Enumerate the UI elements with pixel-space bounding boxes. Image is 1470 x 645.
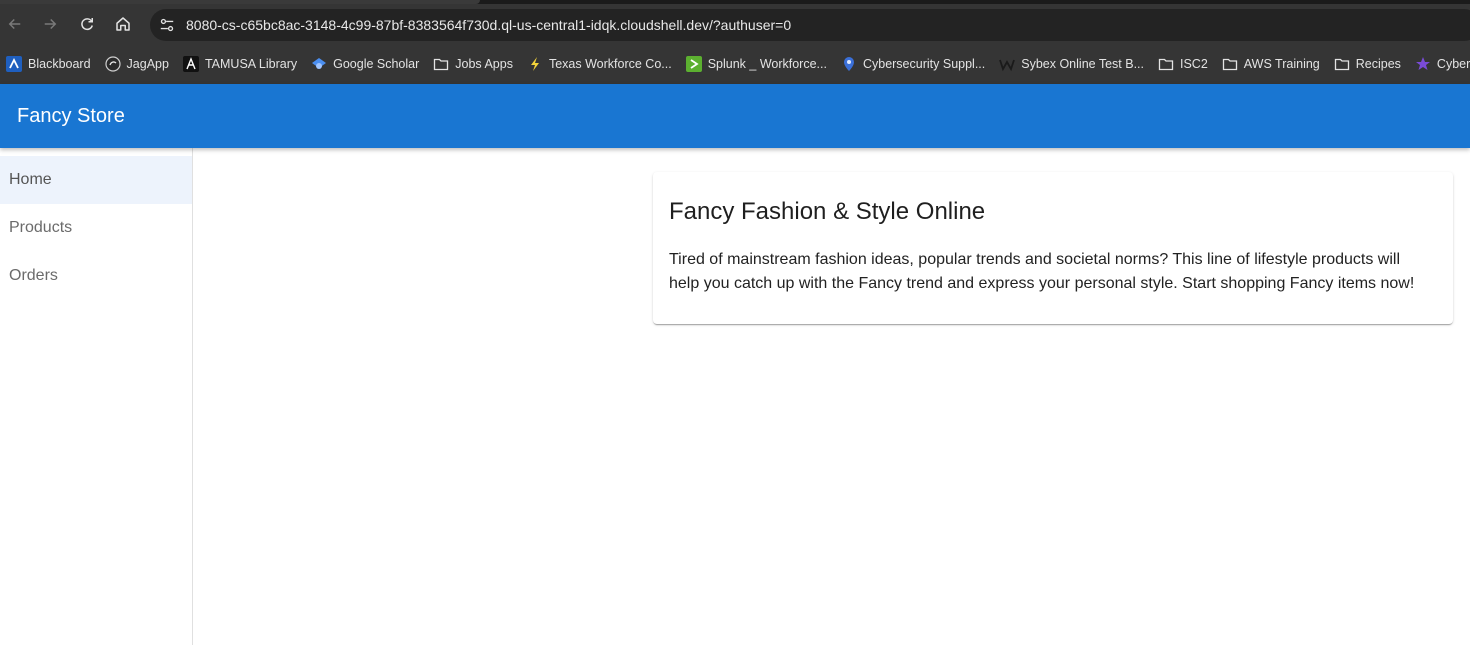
site-info-icon[interactable]: [158, 16, 176, 34]
bookmark-label: Cybersecurity Suppl...: [862, 57, 986, 71]
location-pin-icon: [841, 56, 857, 72]
bookmark-label: Splunk _ Workforce...: [707, 57, 827, 71]
nav-item-home[interactable]: Home: [0, 156, 192, 204]
bookmark-label: JagApp: [126, 57, 169, 71]
folder-icon: [1222, 56, 1238, 72]
home-button[interactable]: [111, 12, 135, 36]
bookmark-cybersecurity[interactable]: Cybersecurity Suppl...: [841, 50, 991, 78]
bookmark-tamusa-library[interactable]: TAMUSA Library: [182, 50, 303, 78]
sidenav: Home Products Orders: [0, 148, 193, 645]
folder-icon: [1158, 56, 1174, 72]
card-description-line-1: Tired of mainstream fashion ideas, popul…: [669, 251, 1401, 268]
forward-arrow-icon: [44, 18, 57, 30]
splunk-icon: [685, 56, 702, 72]
bookmarks-bar: Blackboard JagApp TAMUSA Library Google …: [0, 44, 1470, 84]
app-toolbar: Fancy Store: [0, 84, 1470, 148]
browser-toolbar: 8080-cs-c65bc8ac-3148-4c99-87bf-8383564f…: [0, 4, 1470, 44]
home-icon: [116, 17, 130, 31]
bookmark-label: Sybex Online Test B...: [1021, 57, 1144, 71]
bookmark-label: Google Scholar: [333, 57, 420, 71]
bookmark-isc2[interactable]: ISC2: [1158, 50, 1214, 78]
url-text[interactable]: 8080-cs-c65bc8ac-3148-4c99-87bf-8383564f…: [186, 16, 791, 34]
star-icon: [1415, 56, 1431, 72]
bookmark-label: Recipes: [1355, 57, 1401, 71]
lightning-icon: [527, 56, 543, 72]
bookmark-label: Cyber Sec: [1436, 57, 1470, 71]
folder-icon: [1334, 56, 1350, 72]
folder-icon: [433, 56, 449, 72]
address-bar[interactable]: 8080-cs-c65bc8ac-3148-4c99-87bf-8383564f…: [150, 9, 1470, 41]
blackboard-icon: [6, 56, 22, 72]
wiley-icon: [999, 56, 1016, 72]
bookmark-sybex[interactable]: Sybex Online Test B...: [999, 50, 1150, 78]
jagapp-icon: [104, 56, 121, 72]
bookmark-texas-workforce[interactable]: Texas Workforce Co...: [527, 50, 678, 78]
bookmark-label: TAMUSA Library: [204, 57, 298, 71]
bookmark-label: ISC2: [1180, 57, 1208, 71]
welcome-card: Fancy Fashion & Style Online Tired of ma…: [653, 172, 1453, 324]
bookmark-aws-training[interactable]: AWS Training: [1222, 50, 1326, 78]
back-arrow-icon: [8, 18, 21, 30]
bookmark-blackboard[interactable]: Blackboard: [6, 50, 97, 78]
nav-item-orders[interactable]: Orders: [0, 252, 192, 300]
bookmark-google-scholar[interactable]: Google Scholar: [311, 50, 425, 78]
card-description-line-2: help you catch up with the Fancy trend a…: [669, 275, 1415, 292]
bookmark-label: AWS Training: [1243, 57, 1320, 71]
nav-item-products[interactable]: Products: [0, 204, 192, 252]
forward-button[interactable]: [38, 12, 62, 36]
bookmark-splunk[interactable]: Splunk _ Workforce...: [685, 50, 833, 78]
tamusa-library-icon: [182, 56, 199, 72]
bookmark-label: Texas Workforce Co...: [548, 57, 672, 71]
google-scholar-icon: [311, 56, 327, 72]
card-title: Fancy Fashion & Style Online: [669, 198, 986, 225]
bookmark-jagapp[interactable]: JagApp: [104, 50, 175, 78]
app-title: Fancy Store: [17, 105, 125, 127]
card-description: Tired of mainstream fashion ideas, popul…: [669, 248, 1437, 296]
bookmark-cyber-sec[interactable]: Cyber Sec: [1415, 50, 1470, 78]
bookmark-recipes[interactable]: Recipes: [1334, 50, 1407, 78]
bookmark-label: Blackboard: [28, 57, 91, 71]
main-content: Fancy Fashion & Style Online Tired of ma…: [193, 148, 1470, 645]
reload-button[interactable]: [75, 12, 99, 36]
reload-icon: [81, 18, 93, 31]
back-button[interactable]: [3, 12, 27, 36]
browser-window: 8080-cs-c65bc8ac-3148-4c99-87bf-8383564f…: [0, 0, 1470, 645]
bookmark-jobs-apps[interactable]: Jobs Apps: [433, 50, 519, 78]
bookmark-label: Jobs Apps: [455, 57, 513, 71]
